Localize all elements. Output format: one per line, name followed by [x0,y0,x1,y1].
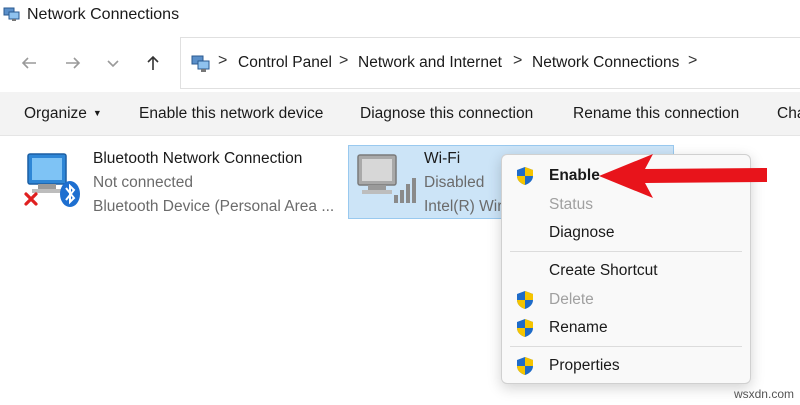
organize-menu[interactable]: Organize ▼ [24,105,102,123]
navigation-bar: > Control Panel > Network and Internet >… [0,32,800,92]
uac-shield-icon [517,319,533,337]
connection-status: Not connected [93,174,193,191]
connection-device: Intel(R) Wire [424,198,511,215]
command-bar: Organize ▼ Enable this network device Dia… [0,92,800,136]
uac-shield-icon [517,357,533,375]
enable-device-button[interactable]: Enable this network device [139,105,323,123]
connection-item-bluetooth[interactable]: Bluetooth Network Connection Not connect… [0,136,340,226]
menu-item-delete: Delete [502,286,750,314]
address-bar[interactable]: > Control Panel > Network and Internet >… [180,37,800,89]
change-settings-button[interactable]: Cha [777,105,800,123]
menu-item-label: Rename [549,319,608,336]
menu-item-create-shortcut[interactable]: Create Shortcut [502,257,750,285]
connection-name: Wi-Fi [424,150,461,167]
menu-separator [510,251,742,252]
breadcrumb-control-panel[interactable]: Control Panel [238,54,332,72]
breadcrumb-separator[interactable]: > [688,52,697,70]
menu-item-label: Properties [549,357,620,374]
red-arrow-annotation [599,154,767,198]
wifi-network-icon [357,154,416,203]
diagnose-button[interactable]: Diagnose this connection [360,105,533,123]
arrow-left-icon [21,57,36,69]
breadcrumb-separator[interactable]: > [513,52,522,70]
breadcrumb-network-connections[interactable]: Network Connections [532,54,679,72]
connections-list: Bluetooth Network Connection Not connect… [0,136,800,405]
connection-status: Disabled [424,174,485,191]
connection-device: Bluetooth Device (Personal Area ... [93,198,335,215]
breadcrumb-separator: > [218,52,228,69]
menu-item-label: Diagnose [549,224,615,241]
uac-shield-icon [517,167,533,185]
menu-item-label: Enable [549,167,600,184]
network-connections-icon [191,55,210,72]
window-title: Network Connections [27,6,180,23]
network-connections-icon [3,7,20,21]
recent-locations-button[interactable] [98,48,128,78]
menu-item-label: Status [549,196,593,213]
menu-item-rename[interactable]: Rename [502,314,750,342]
title-bar: Network Connections [0,0,800,32]
connection-name: Bluetooth Network Connection [93,150,303,167]
caret-down-icon: ▼ [92,108,102,118]
up-button[interactable] [138,48,168,78]
menu-item-properties[interactable]: Properties [502,352,750,380]
forward-button[interactable] [58,48,88,78]
watermark: wsxdn.com [733,387,794,401]
chevron-down-icon [107,60,119,68]
rename-button[interactable]: Rename this connection [573,105,739,123]
bluetooth-network-icon [24,153,80,207]
menu-item-label: Create Shortcut [549,262,658,279]
arrow-up-icon [147,55,159,70]
breadcrumb-network-and-internet[interactable]: Network and Internet [358,54,502,72]
back-button[interactable] [14,48,44,78]
organize-label: Organize [24,105,87,122]
menu-separator [510,346,742,347]
arrow-right-icon [66,57,81,69]
menu-item-label: Delete [549,291,594,308]
breadcrumb-separator[interactable]: > [339,52,348,70]
menu-item-diagnose[interactable]: Diagnose [502,219,750,247]
uac-shield-icon [517,291,533,309]
